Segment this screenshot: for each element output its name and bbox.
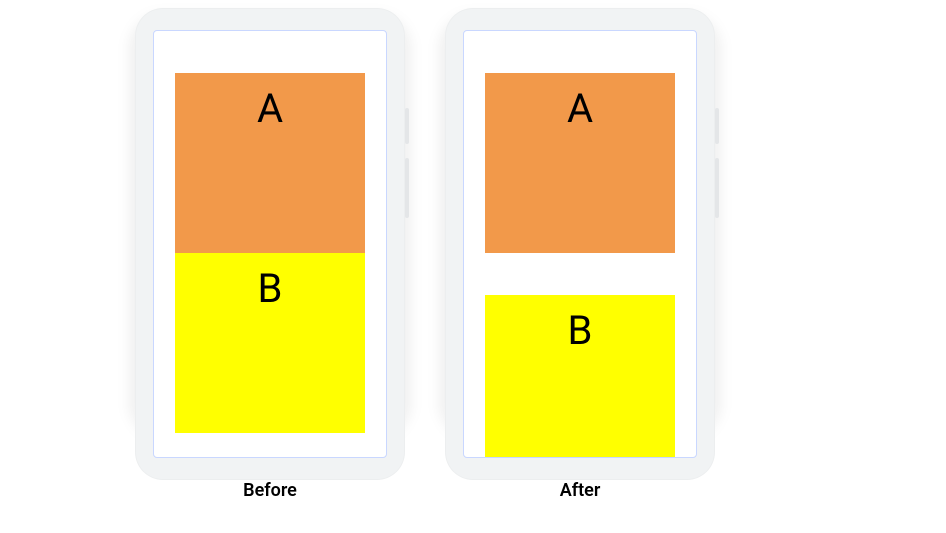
caption-after: After (445, 480, 715, 501)
layout-block-b: B (175, 253, 365, 433)
diagram-stage: A B Before A B After (0, 0, 946, 533)
layout-block-a: A (485, 73, 675, 253)
block-b-label: B (258, 265, 283, 312)
phone-before: A B (135, 8, 405, 480)
layout-block-b: B (485, 295, 675, 458)
phone-screen: A B (463, 30, 697, 458)
caption-before: Before (135, 480, 405, 501)
phone-screen: A B (153, 30, 387, 458)
block-a-label: A (567, 85, 593, 132)
phone-after: A B (445, 8, 715, 480)
layout-block-a: A (175, 73, 365, 253)
block-b-label: B (568, 307, 593, 354)
phone-body: A B (445, 8, 715, 480)
block-a-label: A (257, 85, 283, 132)
phone-body: A B (135, 8, 405, 480)
